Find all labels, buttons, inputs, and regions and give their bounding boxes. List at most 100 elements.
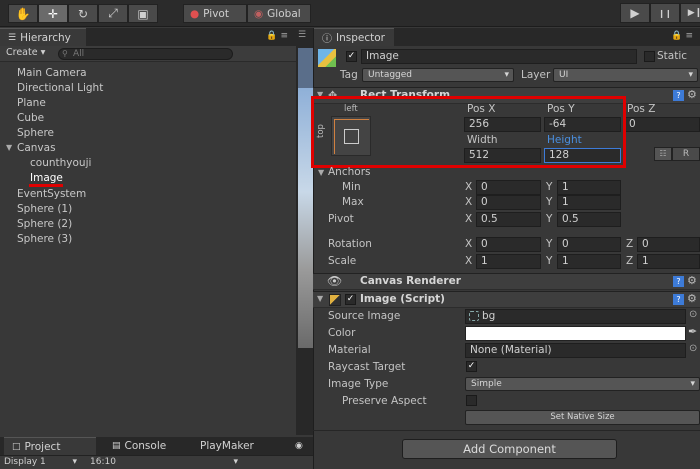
step-icon[interactable]: ▶❙ [680, 3, 700, 23]
help-icon[interactable]: ? [673, 276, 684, 287]
hierarchy-icon: ☰ [8, 32, 17, 43]
hierarchy-item[interactable]: Main Camera [17, 67, 87, 79]
raycast-label: Raycast Target [328, 361, 406, 373]
blueprint-mode-icon[interactable]: ☷ [654, 147, 672, 161]
gameobject-cube-icon [318, 49, 336, 67]
raw-edit-button[interactable]: R [672, 147, 700, 161]
pivot-y-label: Y [546, 213, 553, 225]
pos-y-field[interactable]: -64 [544, 117, 621, 132]
tab-project[interactable]: □ Project [4, 437, 96, 455]
collapse-arrow-icon[interactable]: ▼ [317, 294, 323, 303]
hierarchy-tabbar: ☰ Hierarchy 🔒 ≡ [0, 28, 296, 46]
rotate-icon[interactable]: ↻ [68, 4, 98, 23]
set-native-size-button[interactable]: Set Native Size [465, 410, 700, 425]
object-name-field[interactable]: Image [361, 49, 637, 64]
panel-menu-icon[interactable]: 🔒 ≡ [266, 31, 288, 41]
help-icon[interactable]: ? [673, 90, 684, 101]
bottom-tabbar: □ Project ▤ Console PlayMaker ◉ [0, 437, 313, 455]
pivot-toggles: ● Pivot ◉ Global [183, 4, 311, 23]
object-picker-icon[interactable]: ⊙ [689, 309, 697, 320]
scale-x-field[interactable]: 1 [476, 254, 541, 269]
gear-icon[interactable]: ⚙ [687, 88, 697, 101]
hierarchy-item[interactable]: Cube [17, 112, 44, 124]
canvas-renderer-header[interactable]: 👁 Canvas Renderer ? ⚙ [313, 273, 700, 290]
hierarchy-item-image-selected[interactable]: Image [30, 172, 63, 184]
play-icon[interactable]: ▶ [620, 3, 650, 23]
pivot-x-field[interactable]: 0.5 [476, 212, 541, 227]
scene-tab-icon[interactable]: ☰ [298, 30, 306, 40]
panel-menu-icon[interactable]: 🔒 ≡ [671, 31, 693, 41]
max-x-field[interactable]: 0 [476, 195, 541, 210]
tab-game[interactable]: ◉ [287, 437, 313, 455]
material-field[interactable]: None (Material) [465, 343, 686, 358]
sprite-icon [469, 311, 479, 321]
pause-icon[interactable]: ❙❙ [650, 3, 680, 23]
hand-icon[interactable]: ✋ [8, 4, 38, 23]
min-y-field[interactable]: 1 [557, 180, 621, 195]
tag-dropdown[interactable]: Untagged [362, 68, 514, 82]
anchor-rect-icon [344, 129, 359, 144]
hierarchy-item[interactable]: Sphere (2) [17, 218, 72, 230]
source-image-label: Source Image [328, 310, 401, 322]
max-label: Max [342, 196, 364, 208]
image-script-header[interactable]: ▼ ✓ Image (Script) ? ⚙ [313, 291, 700, 308]
hierarchy-item[interactable]: Directional Light [17, 82, 103, 94]
rot-x-field[interactable]: 0 [476, 237, 541, 252]
scale-y-field[interactable]: 1 [557, 254, 621, 269]
height-field[interactable]: 128 [544, 148, 621, 163]
eyedropper-icon[interactable]: ✒ [688, 325, 697, 338]
object-picker-icon[interactable]: ⊙ [689, 343, 697, 354]
hierarchy-item[interactable]: Sphere [17, 127, 54, 139]
min-x-label: X [465, 181, 473, 193]
hierarchy-item[interactable]: counthyouji [30, 157, 91, 169]
image-type-dropdown[interactable]: Simple [465, 377, 700, 391]
hierarchy-item[interactable]: Plane [17, 97, 46, 109]
tab-inspector[interactable]: ⓘ Inspector [314, 28, 394, 46]
image-enabled-checkbox[interactable]: ✓ [345, 294, 356, 305]
rect-transform-header[interactable]: ▼ ✥ Rect Transform ? ⚙ [313, 87, 700, 104]
pos-x-field[interactable]: 256 [464, 117, 541, 132]
move-icon[interactable]: ✛ [38, 4, 68, 23]
tab-playmaker[interactable]: PlayMaker [192, 437, 282, 455]
min-x-field[interactable]: 0 [476, 180, 541, 195]
collapse-arrow-icon[interactable]: ▼ [317, 90, 323, 99]
preserve-aspect-checkbox[interactable] [466, 395, 477, 406]
max-y-field[interactable]: 1 [557, 195, 621, 210]
scale-icon[interactable]: ⤢ [98, 4, 128, 23]
tab-console[interactable]: ▤ Console [104, 437, 184, 455]
rect-tool-icon[interactable]: ▣ [128, 4, 158, 23]
help-icon[interactable]: ? [673, 294, 684, 305]
raycast-checkbox[interactable]: ✓ [466, 361, 477, 372]
color-swatch[interactable] [465, 326, 686, 341]
scale-z-field[interactable]: 1 [637, 254, 700, 269]
gear-icon[interactable]: ⚙ [687, 274, 697, 287]
hierarchy-search-input[interactable]: ⚲ All [58, 48, 233, 60]
global-button[interactable]: ◉ Global [247, 4, 311, 23]
anchors-arrow-icon[interactable]: ▼ [318, 168, 324, 177]
source-image-field[interactable]: bg [465, 309, 686, 324]
pos-z-field[interactable]: 0 [624, 117, 700, 132]
display-dropdown[interactable]: Display 1 ▾ [4, 457, 79, 469]
static-checkbox[interactable] [644, 51, 655, 62]
pivot-icon: ● [190, 7, 200, 20]
aspect-dropdown[interactable]: 16:10 ▾ [90, 457, 240, 469]
layer-dropdown[interactable]: UI [553, 68, 698, 82]
width-field[interactable]: 512 [464, 148, 541, 163]
hierarchy-item-canvas[interactable]: Canvas [17, 142, 56, 154]
expand-arrow-icon[interactable]: ▼ [6, 143, 12, 152]
divider [313, 430, 700, 431]
pivot-button[interactable]: ● Pivot [183, 4, 247, 23]
create-dropdown[interactable]: Create ▾ [6, 47, 45, 58]
pivot-y-field[interactable]: 0.5 [557, 212, 621, 227]
hierarchy-item[interactable]: Sphere (1) [17, 203, 72, 215]
rot-z-field[interactable]: 0 [637, 237, 700, 252]
scene-viewport[interactable] [298, 88, 313, 348]
add-component-button[interactable]: Add Component [402, 439, 617, 459]
tab-hierarchy[interactable]: ☰ Hierarchy [0, 28, 86, 46]
active-checkbox[interactable]: ✓ [346, 51, 357, 62]
hierarchy-item[interactable]: EventSystem [17, 188, 86, 200]
rot-y-field[interactable]: 0 [557, 237, 621, 252]
hierarchy-item[interactable]: Sphere (3) [17, 233, 72, 245]
anchor-preset-button[interactable] [331, 116, 371, 156]
gear-icon[interactable]: ⚙ [687, 292, 697, 305]
